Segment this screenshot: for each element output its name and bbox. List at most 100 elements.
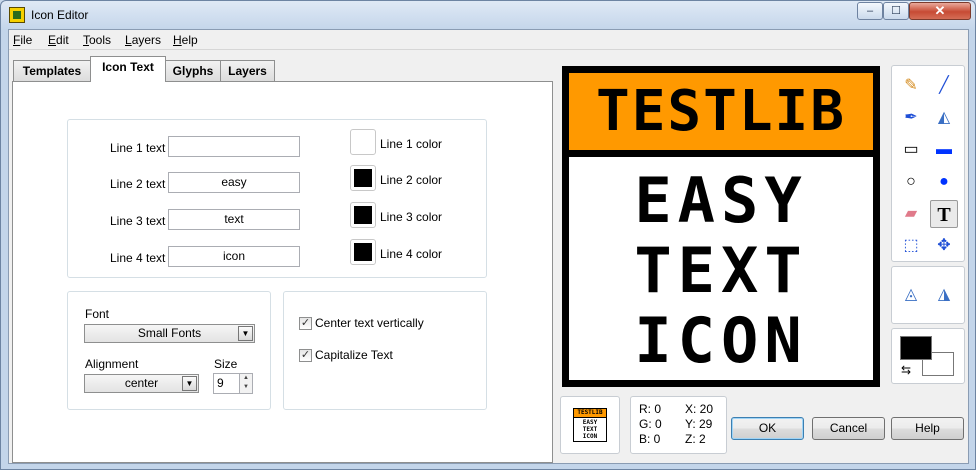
- flip-rotate-palette: ◬ ◮: [891, 266, 965, 324]
- center-vertically-label: Center text vertically: [315, 316, 424, 330]
- alignment-dropdown[interactable]: center ▼: [84, 374, 199, 393]
- eraser-icon[interactable]: ▰: [897, 200, 925, 228]
- line-4-text-input[interactable]: icon: [168, 246, 300, 267]
- select-icon[interactable]: ⬚: [897, 232, 925, 260]
- tab-glyphs[interactable]: Glyphs: [165, 60, 221, 81]
- icon-text-panel: Line 1 text Line 1 color Line 2 text eas…: [12, 81, 553, 463]
- rectangle-icon[interactable]: ▭: [897, 136, 925, 164]
- flip-horizontal-icon[interactable]: ◬: [897, 281, 925, 309]
- menu-edit[interactable]: Edit: [48, 33, 69, 47]
- window-title: Icon Editor: [31, 8, 89, 22]
- swap-colors-icon[interactable]: ⇆: [901, 363, 911, 377]
- menu-help[interactable]: Help: [173, 33, 198, 47]
- blue-value: B: 0: [639, 432, 661, 446]
- chevron-down-icon[interactable]: ▼: [182, 376, 197, 391]
- menu-layers[interactable]: Layers: [125, 33, 161, 47]
- line-1-color-fill: [354, 133, 372, 151]
- tab-layers[interactable]: Layers: [220, 60, 275, 81]
- client-area: File Edit Tools Layers Help Templates Ic…: [8, 29, 969, 464]
- x-coordinate: X: 20: [685, 402, 714, 416]
- line-4-color-label: Line 4 color: [380, 247, 443, 261]
- menu-file[interactable]: File: [13, 33, 32, 47]
- minimize-button[interactable]: ‒: [857, 2, 883, 20]
- alignment-label: Alignment: [85, 357, 139, 371]
- line-3-color-label: Line 3 color: [380, 210, 443, 224]
- y-coordinate: Y: 29: [685, 417, 713, 431]
- line-2-color-swatch[interactable]: [350, 165, 376, 191]
- line-2-text-input[interactable]: easy: [168, 172, 300, 193]
- line-1-label: Line 1 text: [110, 141, 166, 155]
- move-icon[interactable]: ✥: [930, 232, 958, 260]
- checkmark-icon: ✓: [300, 349, 311, 361]
- close-button[interactable]: ✕: [909, 2, 971, 20]
- foreground-color-swatch[interactable]: [900, 336, 932, 360]
- thumbnail-line-2: TEXT: [582, 426, 598, 433]
- stepper-arrows-icon[interactable]: ▲ ▼: [239, 374, 252, 393]
- font-label: Font: [85, 307, 110, 321]
- text-lines-group: Line 1 text Line 1 color Line 2 text eas…: [67, 119, 487, 278]
- labview-app-icon: [9, 7, 25, 23]
- checkmark-icon: ✓: [300, 317, 311, 329]
- coordinates-readout: R: 0 G: 0 B: 0 X: 20 Y: 29 Z: 2: [630, 396, 727, 454]
- line-3-color-fill: [354, 206, 372, 224]
- preview-line-3: ICON: [634, 304, 808, 377]
- font-group: Font Small Fonts ▼ Alignment center ▼ Si…: [67, 291, 271, 410]
- alignment-value: center: [124, 376, 159, 390]
- thumbnail-banner: TESTLIB: [574, 409, 606, 417]
- line-1-text-input[interactable]: [168, 136, 300, 157]
- thumbnail-body: EASY TEXT ICON: [574, 418, 606, 441]
- color-selector: ⇆: [891, 328, 965, 384]
- ok-button[interactable]: OK: [731, 417, 804, 440]
- filled-rectangle-icon[interactable]: ▬: [930, 136, 958, 164]
- line-3-color-swatch[interactable]: [350, 202, 376, 228]
- size-label: Size: [214, 357, 238, 371]
- font-value: Small Fonts: [137, 326, 202, 340]
- size-value: 9: [217, 376, 224, 390]
- filled-ellipse-icon[interactable]: ●: [930, 168, 958, 196]
- line-4-label: Line 4 text: [110, 251, 166, 265]
- fill-bucket-icon[interactable]: ◭: [930, 104, 958, 132]
- preview-banner-text: TESTLIB: [595, 79, 846, 144]
- icon-preview-canvas[interactable]: TESTLIB EASY TEXT ICON: [562, 66, 880, 387]
- preview-line-1: EASY: [634, 164, 808, 237]
- tools-palette: ✎ ╱ ✒ ◭ ▭ ▬ ○ ● ▰ T ⬚ ✥: [891, 65, 965, 262]
- line-2-color-fill: [354, 169, 372, 187]
- cancel-button[interactable]: Cancel: [812, 417, 885, 440]
- tab-icon-text[interactable]: Icon Text: [90, 56, 166, 82]
- maximize-button[interactable]: ☐: [883, 2, 909, 20]
- menu-bar: File Edit Tools Layers Help: [9, 30, 968, 50]
- line-1-color-swatch[interactable]: [350, 129, 376, 155]
- menu-tools[interactable]: Tools: [83, 33, 111, 47]
- tab-templates[interactable]: Templates: [13, 60, 91, 81]
- title-bar[interactable]: Icon Editor ‒ ☐ ✕: [1, 1, 975, 29]
- color-picker-icon[interactable]: ✒: [897, 104, 925, 132]
- font-dropdown[interactable]: Small Fonts ▼: [84, 324, 255, 343]
- green-value: G: 0: [639, 417, 662, 431]
- z-layer: Z: 2: [685, 432, 706, 446]
- thumbnail-image: TESTLIB EASY TEXT ICON: [573, 408, 607, 442]
- thumbnail-line-1: EASY: [582, 419, 598, 426]
- capitalize-label: Capitalize Text: [315, 348, 393, 362]
- line-2-label: Line 2 text: [110, 177, 166, 191]
- preview-body: EASY TEXT ICON: [569, 157, 873, 380]
- capitalize-checkbox[interactable]: ✓: [299, 349, 312, 362]
- text-tool-icon[interactable]: T: [930, 200, 958, 228]
- line-icon[interactable]: ╱: [930, 72, 958, 100]
- rotate-icon[interactable]: ◮: [930, 281, 958, 309]
- help-button[interactable]: Help: [891, 417, 964, 440]
- chevron-down-icon[interactable]: ▼: [238, 326, 253, 341]
- line-3-text-input[interactable]: text: [168, 209, 300, 230]
- center-vertically-checkbox[interactable]: ✓: [299, 317, 312, 330]
- line-4-color-swatch[interactable]: [350, 239, 376, 265]
- line-2-color-label: Line 2 color: [380, 173, 443, 187]
- line-1-color-label: Line 1 color: [380, 137, 443, 151]
- preview-banner: TESTLIB: [569, 73, 873, 150]
- line-4-color-fill: [354, 243, 372, 261]
- pencil-icon[interactable]: ✎: [897, 72, 925, 100]
- thumbnail-line-3: ICON: [582, 433, 598, 440]
- ellipse-icon[interactable]: ○: [897, 168, 925, 196]
- size-stepper[interactable]: 9 ▲ ▼: [213, 373, 253, 394]
- line-3-label: Line 3 text: [110, 214, 166, 228]
- options-group: ✓ Center text vertically ✓ Capitalize Te…: [283, 291, 487, 410]
- icon-editor-window: Icon Editor ‒ ☐ ✕ File Edit Tools Layers…: [0, 0, 976, 470]
